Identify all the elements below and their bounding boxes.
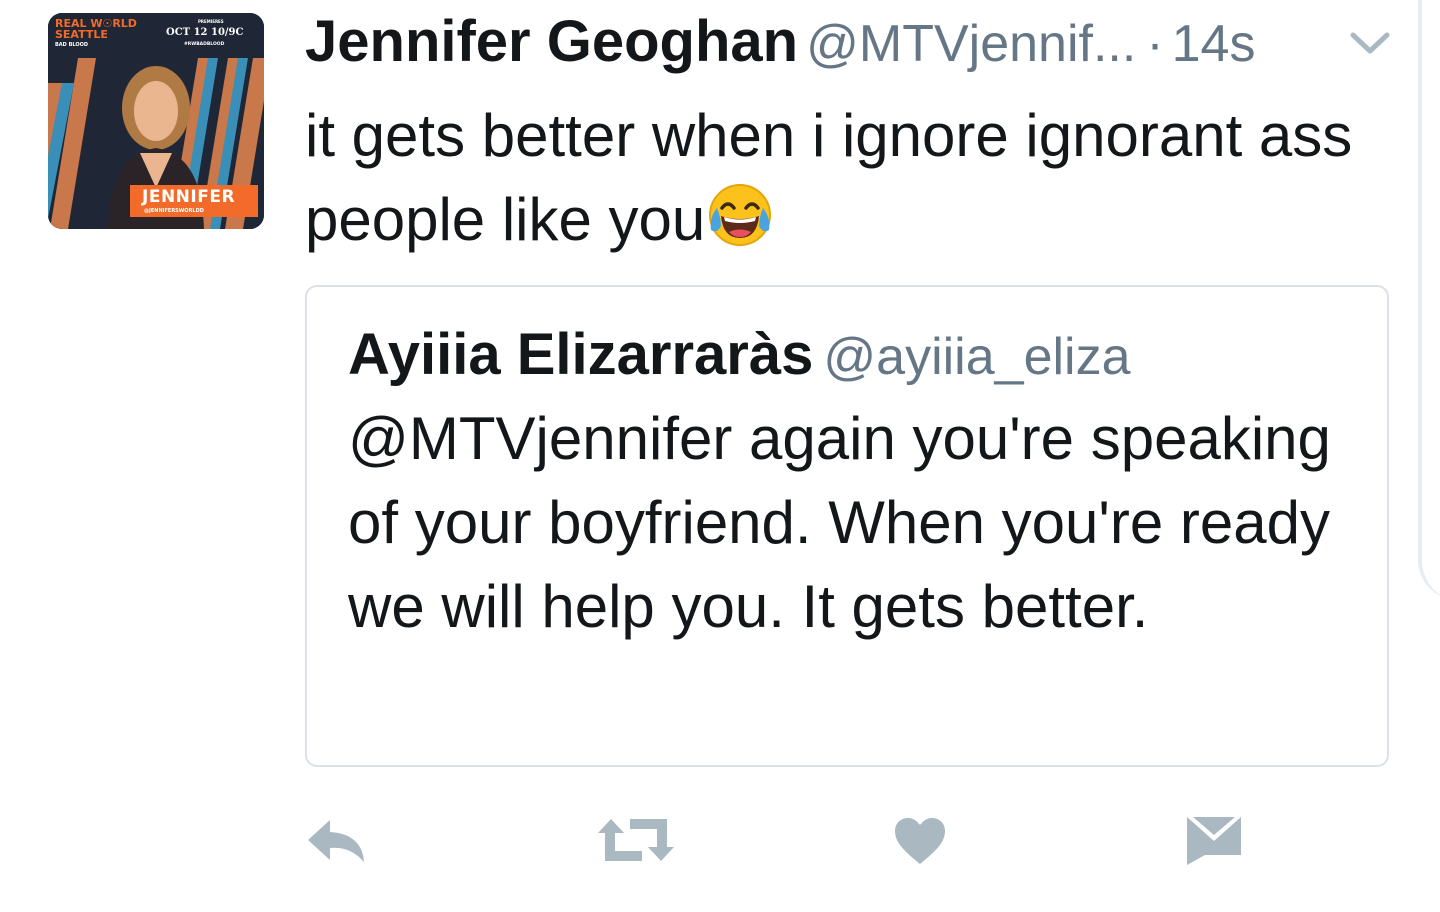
tweet-text-content: it gets better when i ignore ignorant as… [305,102,1353,253]
quoted-tweet-text: @MTVjennifer again you're speaking of yo… [348,405,1331,640]
retweet-icon[interactable] [598,815,674,865]
quoted-tweet-card[interactable]: Ayiiia Elizarraràs @ayiiia_eliza @MTVjenn… [305,285,1389,767]
chevron-down-icon[interactable] [1349,28,1391,58]
scroll-edge [1418,0,1440,600]
face-with-tears-of-joy-icon [709,184,772,246]
avatar-brand-sub: BAD BLOOD [55,42,89,48]
quoted-author-name: Ayiiia Elizarraràs [348,322,814,387]
tweet-text: it gets better when i ignore ignorant as… [305,94,1365,262]
author-name[interactable]: Jennifer Geoghan [305,9,798,74]
tweet-header: Jennifer Geoghan @MTVjennif... · 14s [305,6,1255,78]
avatar-premieres: PREMIERES [198,19,224,24]
author-handle[interactable]: @MTVjennif... [806,15,1136,73]
avatar-brand-line2: SEATTLE [55,28,108,41]
quoted-author-handle: @ayiiia_eliza [823,328,1131,386]
avatar-name-handle: @JENNIFERSWORLDD [144,208,204,214]
direct-message-icon[interactable] [1185,815,1243,865]
avatar-hashtag: #RWBADBLOOD [184,42,225,47]
like-icon[interactable] [893,816,947,866]
reply-icon[interactable] [306,818,368,864]
separator: · [1146,15,1164,73]
author-avatar[interactable]: REAL W☉RLD SEATTLE BAD BLOOD PREMIERES O… [48,13,264,229]
timestamp[interactable]: 14s [1172,15,1256,73]
avatar-name: JENNIFER [142,187,236,207]
avatar-date: OCT 12 10/9C [166,27,244,38]
